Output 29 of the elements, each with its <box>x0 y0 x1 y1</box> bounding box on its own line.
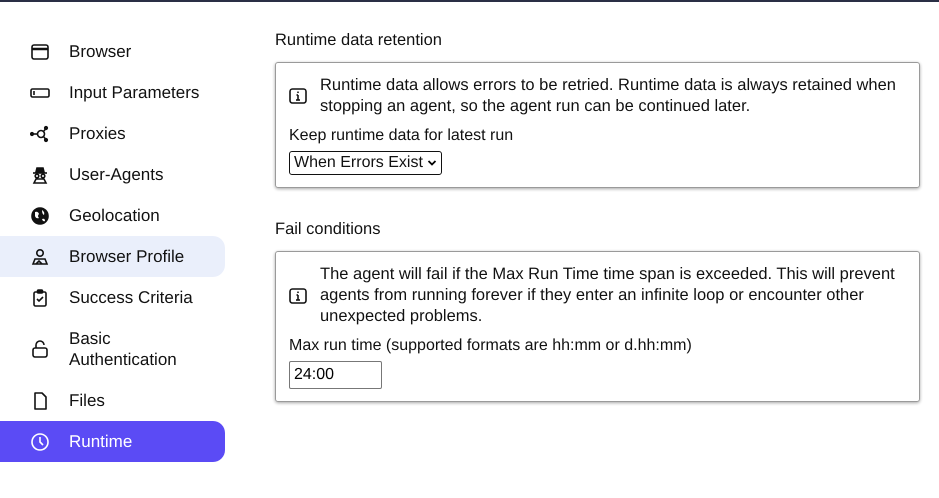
globe-icon <box>30 206 50 226</box>
section-title: Fail conditions <box>275 220 382 239</box>
chevron-down-icon <box>426 158 437 168</box>
field-label: Keep runtime data for latest run <box>289 127 514 145</box>
sidebar-item[interactable]: Success Criteria <box>0 277 225 318</box>
info-icon <box>289 286 307 304</box>
dropdown[interactable]: When Errors Exist <box>289 151 442 175</box>
sidebar-item[interactable]: Input Parameters <box>0 72 225 113</box>
sidebar-item[interactable]: Proxies <box>0 113 225 154</box>
input-field[interactable]: 24:00 <box>289 361 382 389</box>
sidebar-item[interactable]: User-Agents <box>0 154 225 195</box>
sidebar-item[interactable]: Basic Authentication <box>0 318 225 380</box>
unlocked-padlock-icon <box>30 339 50 359</box>
section-title: Runtime data retention <box>275 31 443 50</box>
browser-window-icon <box>30 42 50 62</box>
sidebar-item[interactable]: Geolocation <box>0 195 225 236</box>
network-nodes-icon <box>30 124 50 144</box>
info-icon <box>289 87 307 105</box>
field-label: Max run time (supported formats are hh:mm or d.hh:mm) <box>289 337 693 355</box>
info-text: The agent will fail if the Max Run Time time span is exceeded. This will prevent agents from running forever if they enter an infinite loop or encounter other unexpected problems. <box>320 264 896 327</box>
clock-icon <box>30 432 50 452</box>
sidebar-item[interactable]: Browser Profile <box>0 236 225 277</box>
spy-figure-icon <box>30 164 50 184</box>
sidebar-item[interactable]: Browser <box>0 31 225 72</box>
sidebar-item[interactable]: Files <box>0 380 225 421</box>
info-text: Runtime data allows errors to be retried. Runtime data is always retained when stopping an agent, so the agent run can be continued later. <box>320 75 897 117</box>
person-icon <box>30 246 50 266</box>
clipboard-check-icon <box>30 288 50 308</box>
sidebar-item[interactable]: Runtime <box>0 421 225 462</box>
